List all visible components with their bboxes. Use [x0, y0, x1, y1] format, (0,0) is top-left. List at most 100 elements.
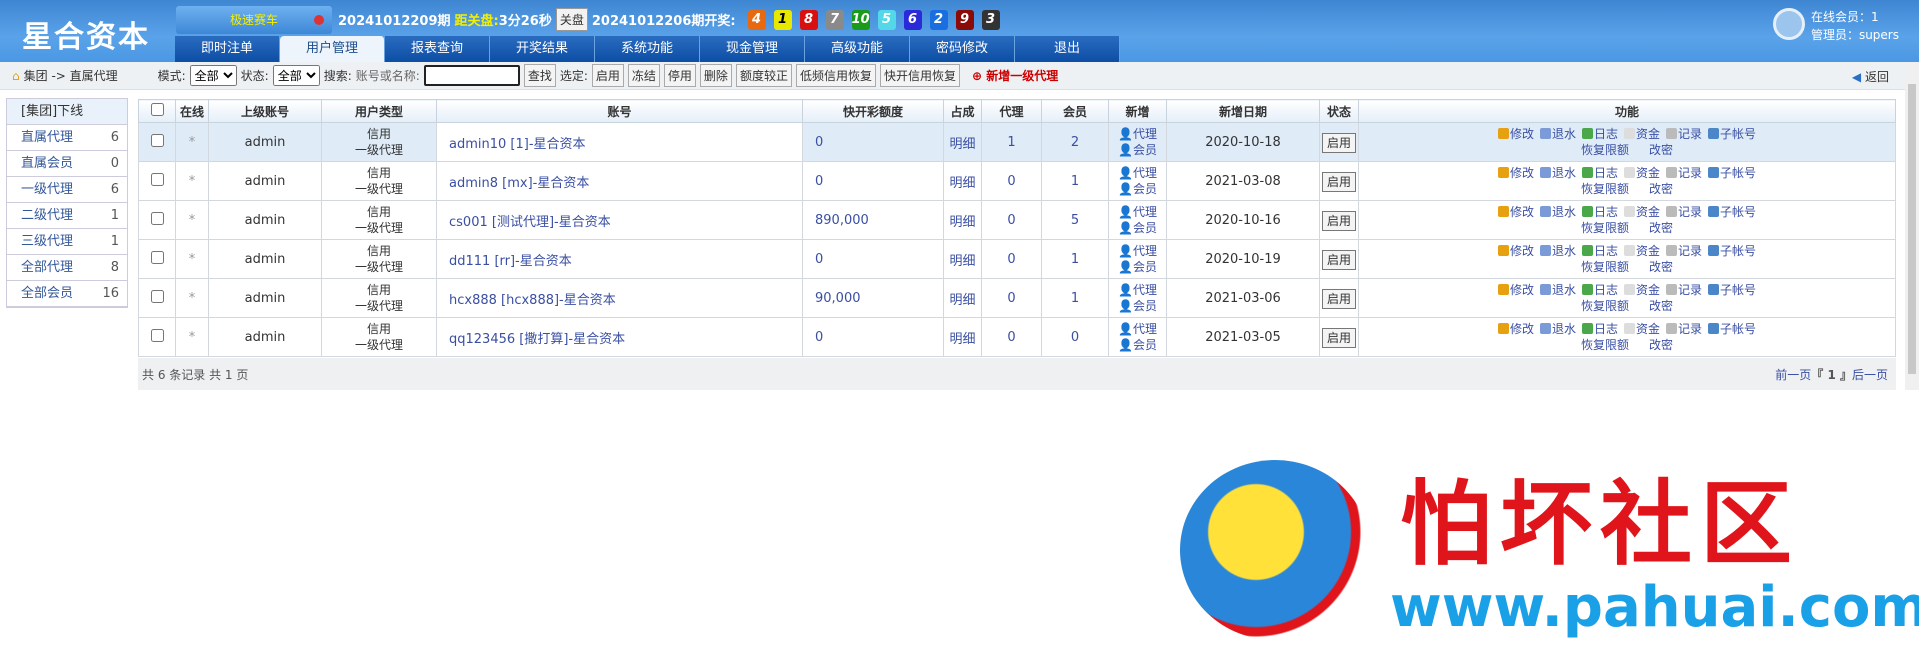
func-link[interactable]: 资金	[1624, 166, 1660, 180]
status-button[interactable]: 启用	[1321, 132, 1356, 153]
scrollbar[interactable]	[1905, 62, 1919, 390]
func-link[interactable]: 记录	[1666, 283, 1702, 297]
row-checkbox[interactable]	[150, 250, 164, 264]
func-link[interactable]: 改密	[1649, 299, 1673, 313]
account-link[interactable]: admin10 [1]-星合资本	[449, 137, 586, 152]
share-detail-link[interactable]: 明细	[949, 137, 975, 152]
func-link[interactable]: 子帐号	[1708, 283, 1756, 297]
func-link[interactable]: 修改	[1497, 205, 1534, 219]
account-link[interactable]: qq123456 [撒打算]-星合资本	[449, 332, 625, 347]
bulk-button[interactable]: 冻结	[627, 64, 660, 87]
func-link[interactable]: 改密	[1649, 260, 1673, 274]
add-agent-link[interactable]: 👤代理	[1109, 126, 1166, 142]
func-link[interactable]: 修改	[1497, 244, 1534, 258]
func-link[interactable]: 记录	[1666, 127, 1702, 141]
current-page[interactable]: 『 1 』	[1811, 368, 1852, 382]
func-link[interactable]: 改密	[1649, 338, 1673, 352]
func-link[interactable]: 资金	[1624, 283, 1660, 297]
account-link[interactable]: dd111 [rr]-星合资本	[449, 254, 572, 269]
status-button[interactable]: 启用	[1321, 288, 1356, 309]
find-button[interactable]: 查找	[523, 64, 556, 87]
add-member-link[interactable]: 👤会员	[1109, 298, 1166, 314]
tab-0[interactable]: 即时注单	[175, 36, 280, 62]
func-link[interactable]: 资金	[1624, 322, 1660, 336]
func-link[interactable]: 子帐号	[1708, 244, 1756, 258]
search-input[interactable]	[423, 65, 520, 86]
add-agent-link[interactable]: 👤代理	[1109, 204, 1166, 220]
func-link[interactable]: 退水	[1539, 283, 1576, 297]
sidebar-item[interactable]: 三级代理 1	[7, 229, 127, 255]
share-detail-link[interactable]: 明细	[949, 254, 975, 269]
func-link[interactable]: 退水	[1539, 322, 1576, 336]
sidebar-item[interactable]: 直属代理 6	[7, 125, 127, 151]
limit-link[interactable]: 0	[815, 330, 823, 345]
add-agent-link[interactable]: 👤代理	[1109, 282, 1166, 298]
func-link[interactable]: 恢复限额	[1581, 338, 1629, 352]
func-link[interactable]: 记录	[1666, 322, 1702, 336]
add-agent-link[interactable]: 👤代理	[1109, 165, 1166, 181]
add-member-link[interactable]: 👤会员	[1109, 337, 1166, 353]
limit-link[interactable]: 0	[815, 135, 823, 150]
func-link[interactable]: 日志	[1581, 205, 1618, 219]
func-link[interactable]: 改密	[1649, 182, 1673, 196]
status-button[interactable]: 启用	[1321, 249, 1356, 270]
func-link[interactable]: 改密	[1649, 143, 1673, 157]
bulk-button[interactable]: 删除	[699, 64, 732, 87]
add-member-link[interactable]: 👤会员	[1109, 220, 1166, 236]
limit-link[interactable]: 90,000	[815, 291, 861, 306]
back-button[interactable]: ◀ 返回	[1852, 68, 1889, 85]
func-link[interactable]: 子帐号	[1708, 166, 1756, 180]
limit-link[interactable]: 890,000	[815, 213, 869, 228]
account-link[interactable]: cs001 [测试代理]-星合资本	[449, 215, 611, 230]
scrollbar-thumb[interactable]	[1908, 84, 1916, 374]
bulk-button[interactable]: 启用	[591, 64, 624, 87]
func-link[interactable]: 退水	[1539, 166, 1576, 180]
breadcrumb[interactable]: 集团 -> 直属代理	[24, 67, 154, 84]
row-checkbox[interactable]	[150, 133, 164, 147]
func-link[interactable]: 修改	[1497, 166, 1534, 180]
tab-4[interactable]: 系统功能	[595, 36, 700, 62]
tab-5[interactable]: 现金管理	[700, 36, 805, 62]
status-select[interactable]: 全部	[272, 65, 320, 86]
select-all-checkbox[interactable]	[150, 103, 164, 116]
func-link[interactable]: 子帐号	[1708, 205, 1756, 219]
bulk-button[interactable]: 快开信用恢复	[879, 64, 960, 87]
add-agent-button[interactable]: ⊕ 新增一级代理	[972, 67, 1058, 84]
status-button[interactable]: 启用	[1321, 327, 1356, 348]
tab-6[interactable]: 高级功能	[805, 36, 910, 62]
func-link[interactable]: 恢复限额	[1581, 143, 1629, 157]
close-button[interactable]: 关盘	[555, 8, 588, 31]
mode-select[interactable]: 全部	[189, 65, 237, 86]
func-link[interactable]: 记录	[1666, 205, 1702, 219]
func-link[interactable]: 记录	[1666, 244, 1702, 258]
account-link[interactable]: admin8 [mx]-星合资本	[449, 176, 589, 191]
func-link[interactable]: 记录	[1666, 166, 1702, 180]
row-checkbox[interactable]	[150, 172, 164, 186]
share-detail-link[interactable]: 明细	[949, 176, 975, 191]
add-member-link[interactable]: 👤会员	[1109, 181, 1166, 197]
func-link[interactable]: 恢复限额	[1581, 260, 1629, 274]
tab-7[interactable]: 密码修改	[910, 36, 1015, 62]
func-link[interactable]: 退水	[1539, 127, 1576, 141]
share-detail-link[interactable]: 明细	[949, 293, 975, 308]
sidebar-item[interactable]: 一级代理 6	[7, 177, 127, 203]
tab-1[interactable]: 用户管理	[280, 36, 385, 62]
func-link[interactable]: 日志	[1581, 244, 1618, 258]
func-link[interactable]: 子帐号	[1708, 322, 1756, 336]
row-checkbox[interactable]	[150, 289, 164, 303]
share-detail-link[interactable]: 明细	[949, 215, 975, 230]
func-link[interactable]: 修改	[1497, 127, 1534, 141]
status-button[interactable]: 启用	[1321, 210, 1356, 231]
limit-link[interactable]: 0	[815, 174, 823, 189]
func-link[interactable]: 日志	[1581, 166, 1618, 180]
func-link[interactable]: 日志	[1581, 283, 1618, 297]
func-link[interactable]: 日志	[1581, 322, 1618, 336]
tab-3[interactable]: 开奖结果	[490, 36, 595, 62]
sidebar-item[interactable]: 全部会员 16	[7, 281, 127, 307]
func-link[interactable]: 日志	[1581, 127, 1618, 141]
sidebar-item[interactable]: 二级代理 1	[7, 203, 127, 229]
limit-link[interactable]: 0	[815, 252, 823, 267]
add-agent-link[interactable]: 👤代理	[1109, 321, 1166, 337]
bulk-button[interactable]: 停用	[663, 64, 696, 87]
status-button[interactable]: 启用	[1321, 171, 1356, 192]
